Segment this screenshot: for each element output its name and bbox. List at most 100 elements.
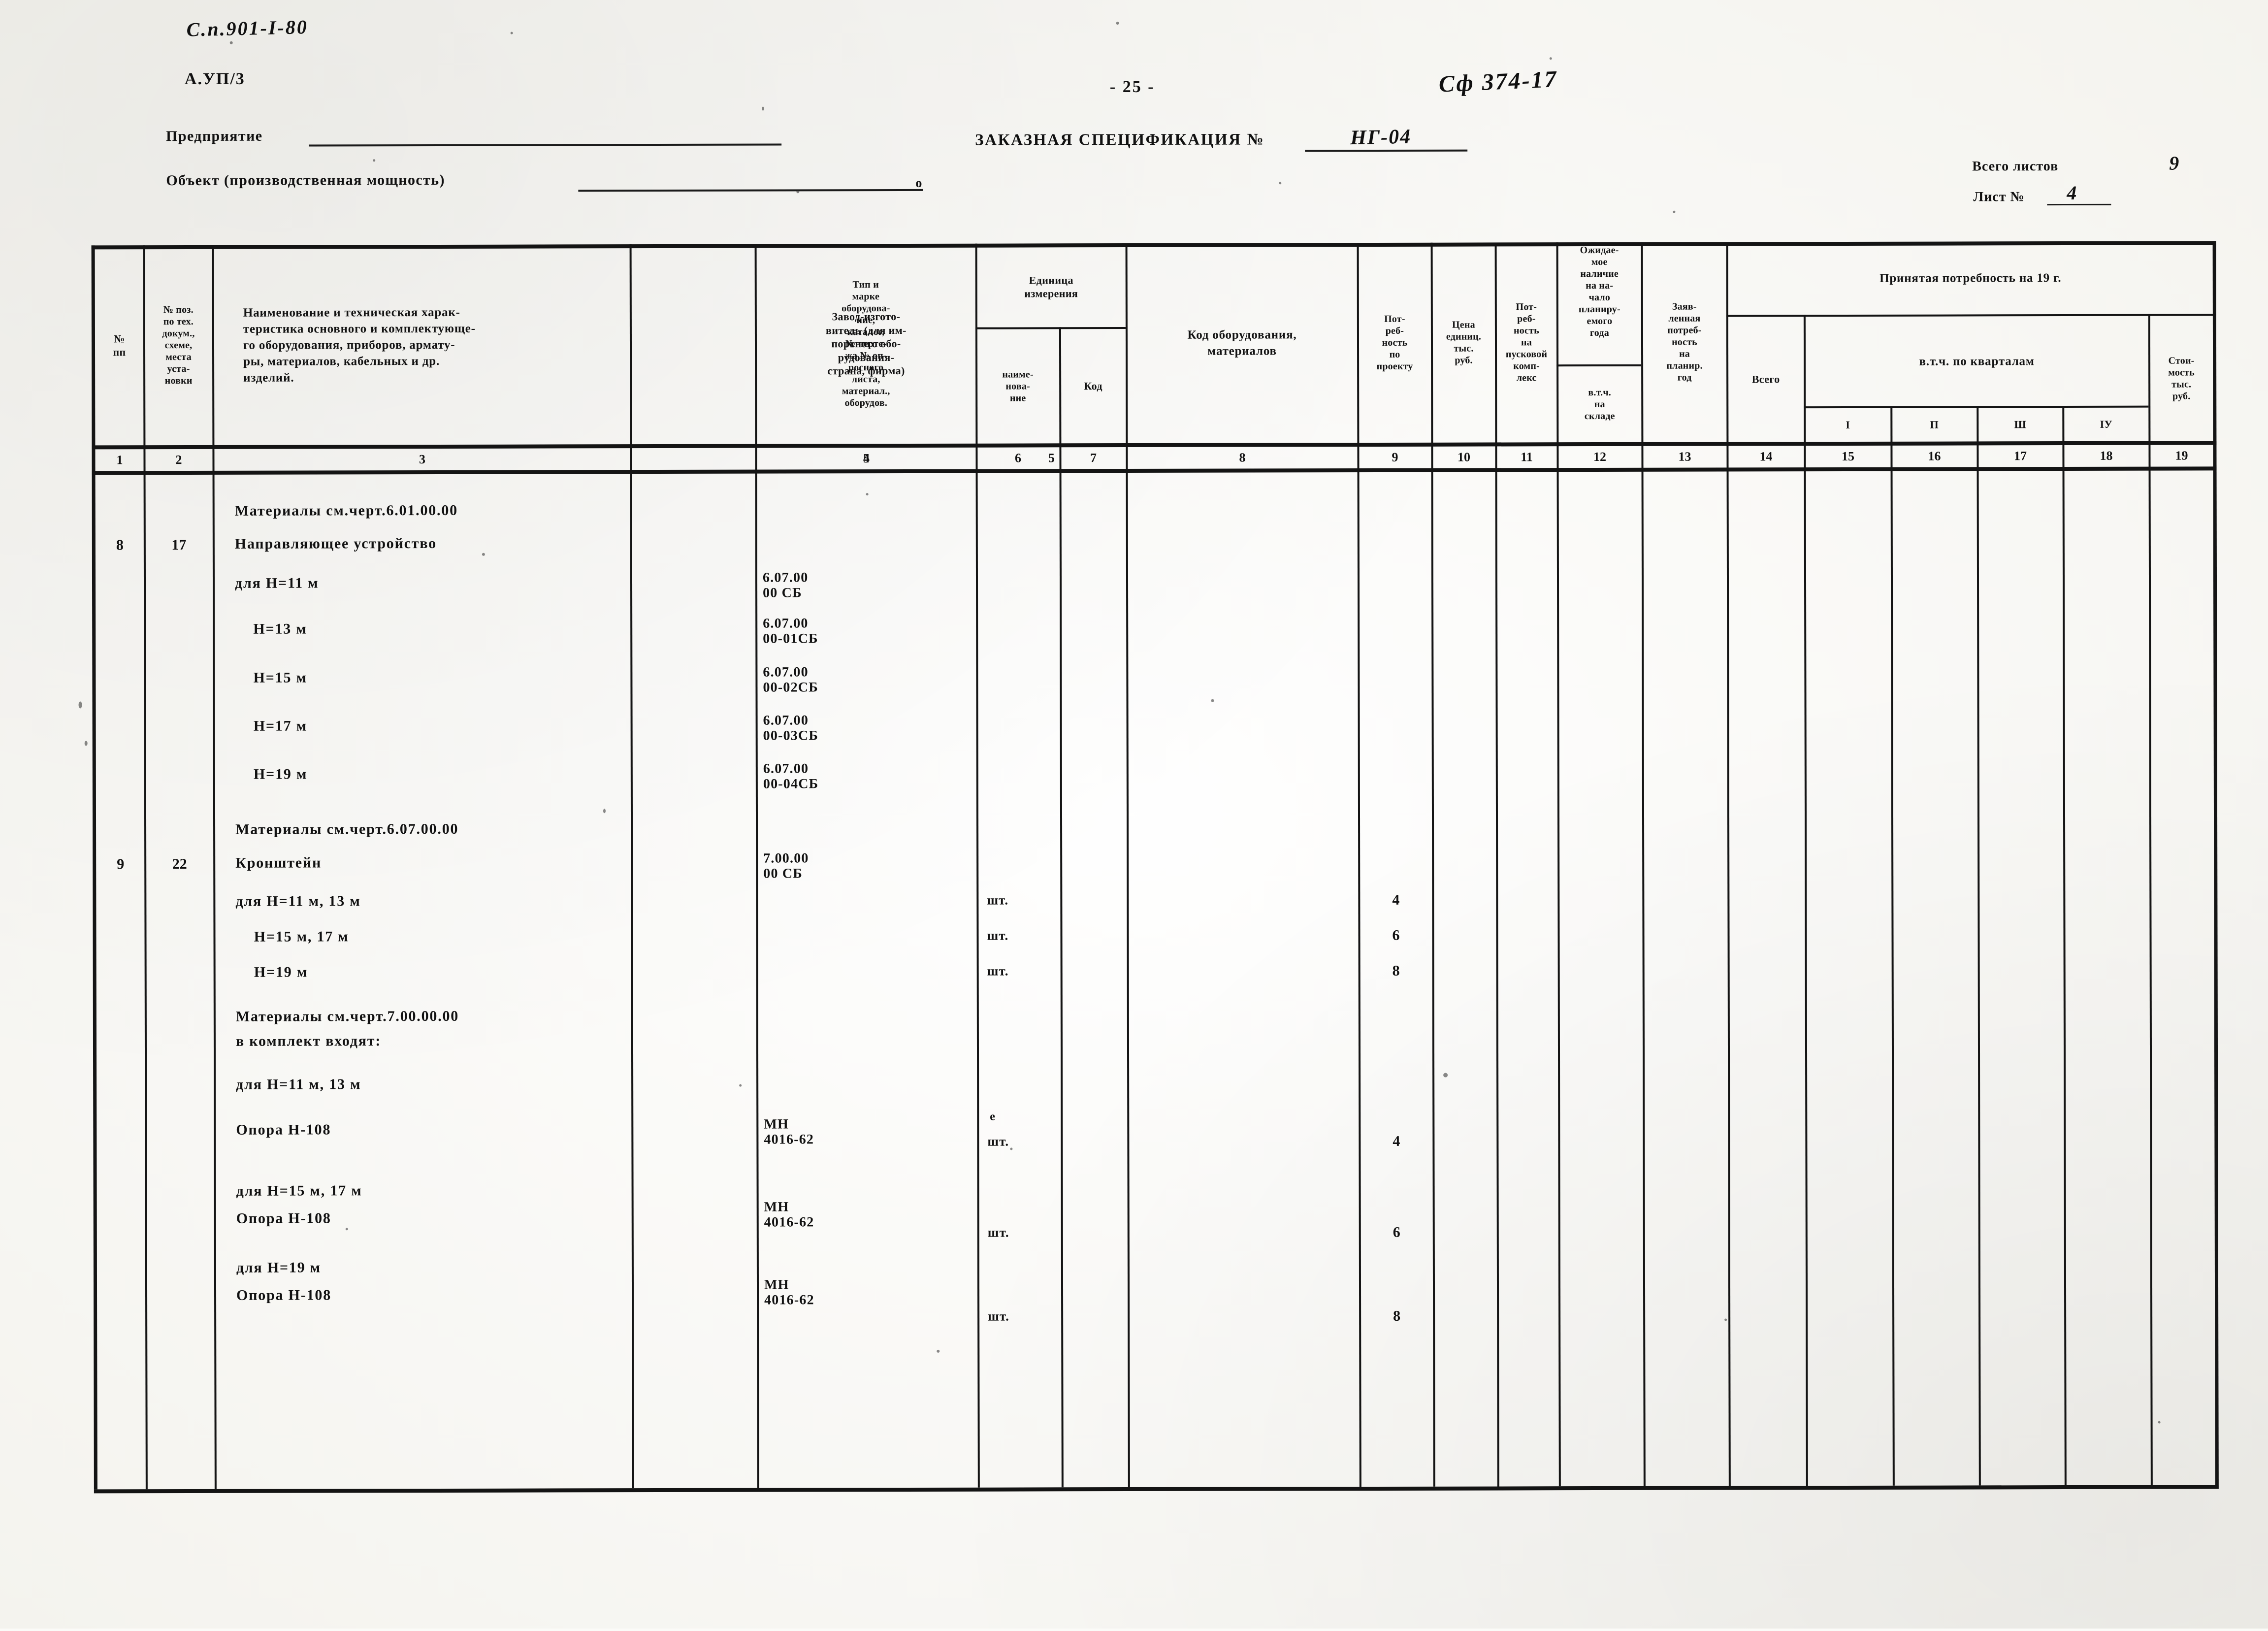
- scan-speck: [84, 741, 88, 746]
- header-col-6-7-group: Единица измерения: [1024, 273, 1078, 300]
- object-label: Объект (производственная мощность): [166, 171, 445, 189]
- col15-col16-divider: [1890, 406, 1895, 1486]
- row-6-code: 6.07.00 00-04СБ: [763, 761, 819, 792]
- scan-speck: [937, 1349, 940, 1353]
- enterprise-label: Предприятие: [166, 128, 263, 145]
- colnum-15: 15: [1841, 449, 1855, 463]
- scan-speck: [1724, 1318, 1727, 1321]
- row-4-code: 6.07.00 00-02СБ: [763, 664, 818, 695]
- col16-col17-divider: [1976, 406, 1981, 1486]
- sheet-value-rule: [2047, 203, 2111, 206]
- scan-speck: [229, 41, 233, 44]
- row-9-unit: шт.: [987, 892, 1009, 908]
- row-15-unit-marker: е: [990, 1110, 996, 1123]
- header-col-3: Наименование и техническая харак- терист…: [243, 305, 476, 385]
- row-17-name: Опора Н-108: [236, 1210, 331, 1227]
- row-2-code: 6.07.00 00 СБ: [762, 570, 809, 601]
- specification-table: № пп № поз. по тех. докум., схеме, места…: [91, 241, 2219, 1494]
- row-3-code: 6.07.00 00-01СБ: [763, 616, 818, 647]
- header-col-2: № поз. по тех. докум., схеме, места уста…: [162, 304, 195, 387]
- col14-col15-divider: [1803, 315, 1808, 1486]
- header-col-8: Код оборудования, материалов: [1187, 328, 1297, 358]
- scan-speck: [1549, 57, 1552, 60]
- header-col-18: IУ: [2100, 418, 2113, 431]
- scan-speck: [345, 1228, 348, 1231]
- row-15-qty: 4: [1393, 1133, 1400, 1149]
- row-15-code: МН 4016-62: [764, 1116, 814, 1147]
- row-17-code: МН 4016-62: [764, 1199, 814, 1230]
- scan-speck: [761, 106, 765, 111]
- row-1-name: Направляющее устройство: [234, 535, 437, 552]
- spec-title: ЗАКАЗНАЯ СПЕЦИФИКАЦИЯ №: [975, 130, 1265, 149]
- header-col-9: Пот- реб- ность по проекту: [1376, 313, 1413, 372]
- col17-col18-divider: [2062, 406, 2067, 1486]
- colnum-12: 12: [1593, 449, 1607, 464]
- table-bottom-border: [94, 1485, 2219, 1494]
- row-15-name: Опора Н-108: [236, 1121, 331, 1138]
- row-8-name: Кронштейн: [235, 854, 322, 871]
- scan-speck: [739, 1084, 742, 1087]
- row-1-num: 8: [116, 537, 124, 554]
- row-10-name: Н=15 м, 17 м: [235, 928, 349, 945]
- colnum-10: 10: [1457, 450, 1471, 464]
- object-field-rule: [578, 189, 923, 192]
- object-field-end-marker: о: [915, 175, 923, 190]
- colnum-13: 13: [1678, 449, 1691, 464]
- header-col-14-19-group: Принятая потребность на 19 г.: [1879, 271, 2062, 285]
- handwritten-reference: Сф 374-17: [1438, 66, 1558, 98]
- document-code: С.п.901-I-80: [186, 15, 309, 41]
- scan-speck: [1010, 1147, 1013, 1150]
- row-19-unit: шт.: [988, 1308, 1009, 1324]
- row-15-unit: шт.: [987, 1134, 1009, 1149]
- row-13-name: в комплект входят:: [235, 1033, 382, 1049]
- row-8-code: 7.00.00 00 СБ: [763, 850, 809, 881]
- colnum-16: 16: [1928, 449, 1941, 463]
- row-19-code: МН 4016-62: [764, 1277, 814, 1308]
- row-9-qty: 4: [1392, 891, 1400, 908]
- colnum-17: 17: [2013, 449, 2027, 463]
- sheet-label: Лист №: [1973, 189, 2025, 205]
- row-0-name: Материалы см.черт.6.01.00.00: [234, 502, 458, 519]
- col6-col7-divider: [1059, 327, 1064, 1488]
- total-sheets-value: 9: [2169, 152, 2179, 174]
- scan-speck: [2158, 1421, 2161, 1424]
- header-col-1: № пп: [113, 332, 126, 359]
- colnum-1: 1: [116, 453, 123, 467]
- row-11-qty: 8: [1392, 962, 1400, 979]
- header-col-16: П: [1930, 418, 1939, 431]
- scan-speck: [373, 159, 376, 162]
- row-11-unit: шт.: [987, 963, 1009, 979]
- row-10-unit: шт.: [987, 928, 1009, 943]
- colnum-3: 3: [419, 452, 426, 467]
- row-5-name: Н=17 м: [235, 718, 308, 734]
- row-2-name: для Н=11 м: [234, 575, 319, 591]
- header-col-19: Стои- мость тыс. руб.: [2168, 355, 2195, 402]
- header-col-12: в.т.ч. на складе: [1584, 387, 1615, 422]
- scan-speck: [866, 493, 869, 496]
- scan-speck: [1279, 182, 1282, 185]
- row-1-pos: 17: [171, 537, 187, 554]
- row-4-name: Н=15 м: [235, 669, 307, 686]
- row-6-name: Н=19 м: [235, 766, 308, 783]
- header-col-13: Заяв- ленная потреб- ность на планир. го…: [1666, 301, 1703, 383]
- colnum-7: 7: [1090, 451, 1097, 465]
- total-sheets-label: Всего листов: [1972, 159, 2059, 174]
- row-14-name: для Н=11 м, 13 м: [236, 1076, 361, 1093]
- header-col-6: наиме- нова- ние: [1002, 369, 1034, 404]
- header-col-14: Всего: [1751, 373, 1780, 386]
- colnum-5-label: 5: [863, 451, 870, 466]
- colnum-8: 8: [1239, 450, 1246, 465]
- row-18-name: для Н=19 м: [236, 1259, 322, 1276]
- spec-number: НГ-04: [1350, 125, 1412, 150]
- header-col-17: Ш: [2014, 418, 2027, 431]
- row-17-unit: шт.: [987, 1225, 1009, 1240]
- scan-speck: [603, 809, 606, 814]
- page-number: - 25 -: [1109, 77, 1155, 97]
- header-col-5-label: Завод-изгото- витель (для им- портного о…: [826, 310, 907, 377]
- header-col-7: Код: [1084, 380, 1102, 392]
- scan-speck: [510, 32, 513, 34]
- colnum-14: 14: [1759, 449, 1773, 464]
- colnum-2: 2: [175, 453, 182, 467]
- header-col-15-18-group: в.т.ч. по кварталам: [1919, 354, 2035, 368]
- row-5-code: 6.07.00 00-03СБ: [763, 713, 819, 744]
